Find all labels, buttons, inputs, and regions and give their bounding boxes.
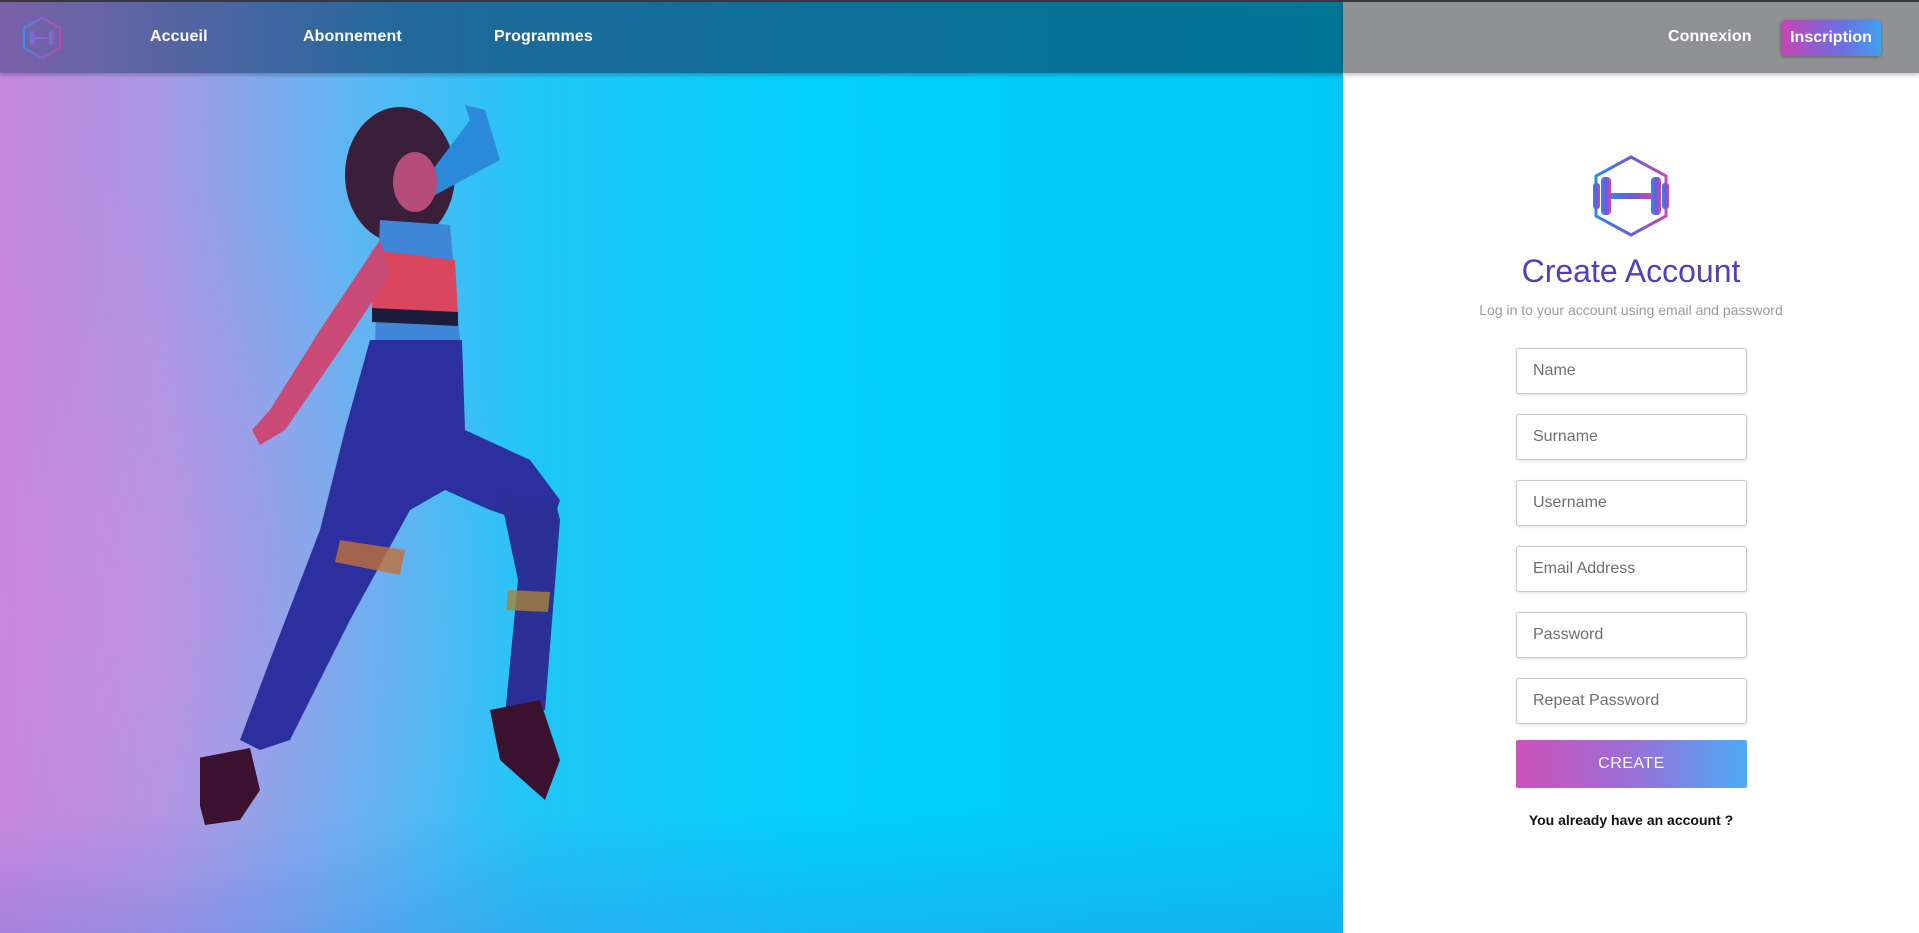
create-account-button[interactable]: CREATE bbox=[1516, 740, 1747, 788]
dumbbell-logo-icon bbox=[1593, 155, 1669, 237]
nav-link-accueil[interactable]: Accueil bbox=[150, 28, 208, 46]
username-input[interactable] bbox=[1516, 480, 1747, 526]
brand-logo-icon[interactable] bbox=[20, 16, 64, 60]
athlete-figure bbox=[200, 105, 560, 825]
nav-link-abonnement[interactable]: Abonnement bbox=[303, 28, 402, 46]
repeat-password-input[interactable] bbox=[1516, 678, 1747, 724]
signup-panel bbox=[1343, 0, 1919, 933]
form-title: Create Account bbox=[1521, 253, 1741, 289]
login-link[interactable]: Connexion bbox=[1668, 28, 1752, 46]
surname-input[interactable] bbox=[1516, 414, 1747, 460]
hero-image bbox=[0, 0, 1343, 933]
name-input[interactable] bbox=[1516, 348, 1747, 394]
existing-account-link[interactable]: You already have an account ? bbox=[1343, 812, 1919, 828]
email-input[interactable] bbox=[1516, 546, 1747, 592]
top-navbar: Accueil Abonnement Programmes Connexion … bbox=[0, 0, 1919, 73]
password-input[interactable] bbox=[1516, 612, 1747, 658]
form-subtitle: Log in to your account using email and p… bbox=[1479, 302, 1783, 318]
signup-button[interactable]: Inscription bbox=[1781, 20, 1881, 56]
nav-link-programmes[interactable]: Programmes bbox=[494, 28, 593, 46]
